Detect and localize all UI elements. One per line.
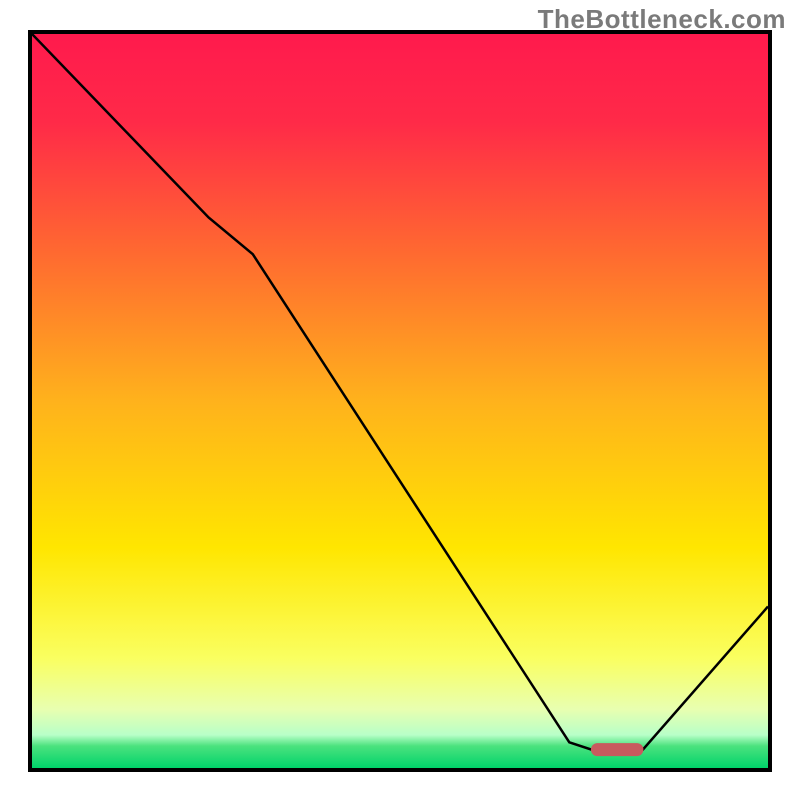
plot-inner (32, 34, 768, 768)
watermark-text: TheBottleneck.com (538, 4, 786, 35)
chart-container: TheBottleneck.com (0, 0, 800, 800)
optimal-range-marker (591, 744, 643, 756)
chart-overlay (32, 34, 768, 768)
bottleneck-curve (32, 34, 768, 750)
plot-area (28, 30, 772, 772)
